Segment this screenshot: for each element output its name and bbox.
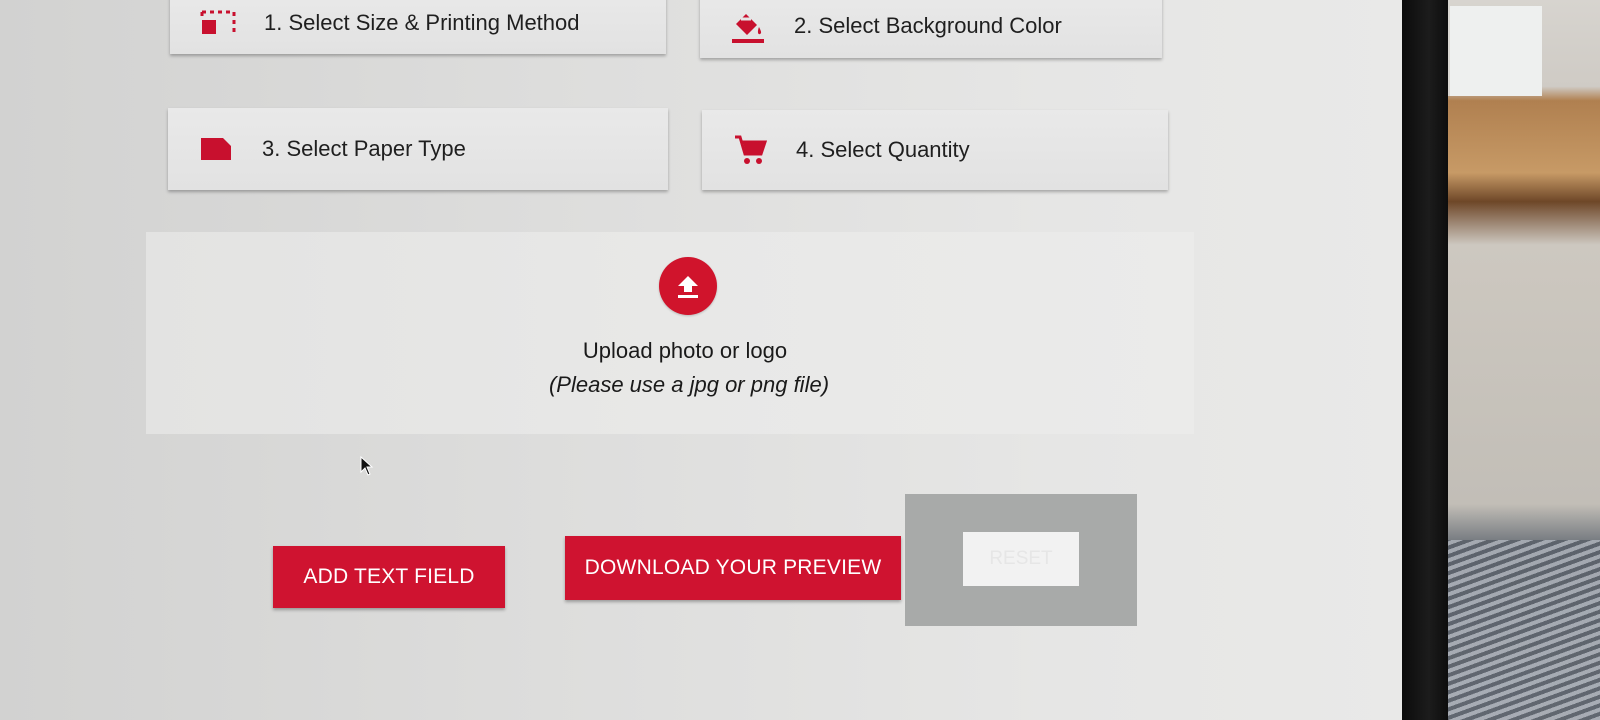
upload-dropzone[interactable]: Upload photo or logo (Please use a jpg o… [146,232,1194,434]
step-label: 1. Select Size & Printing Method [264,10,580,35]
window-reflection [1446,6,1542,96]
reset-overlay: RESET [905,494,1137,626]
monitor-bezel [1400,0,1448,720]
step-paper-type[interactable]: 3. Select Paper Type [168,108,668,190]
background-room [1440,0,1600,720]
add-text-field-button[interactable]: ADD TEXT FIELD [273,546,505,608]
step-label: 2. Select Background Color [794,13,1062,38]
upload-icon[interactable] [659,257,717,315]
download-preview-button[interactable]: DOWNLOAD YOUR PREVIEW [565,536,901,600]
upload-hint: (Please use a jpg or png file) [548,372,830,397]
upload-title: Upload photo or logo [582,338,788,363]
mouse-cursor-icon [360,455,374,476]
step-label: 3. Select Paper Type [262,136,466,161]
crop-size-icon [200,5,236,41]
paint-bucket-icon [730,8,766,44]
reset-button[interactable]: RESET [963,532,1079,586]
step-label: 4. Select Quantity [796,137,970,162]
step-size-printing-method[interactable]: 1. Select Size & Printing Method [170,0,666,54]
screen: 1. Select Size & Printing Method 2. Sele… [0,0,1402,720]
fabric [1440,540,1600,720]
paper-icon [198,131,234,167]
step-background-color[interactable]: 2. Select Background Color [700,0,1162,58]
step-quantity[interactable]: 4. Select Quantity [702,110,1168,190]
cart-icon [732,132,768,168]
